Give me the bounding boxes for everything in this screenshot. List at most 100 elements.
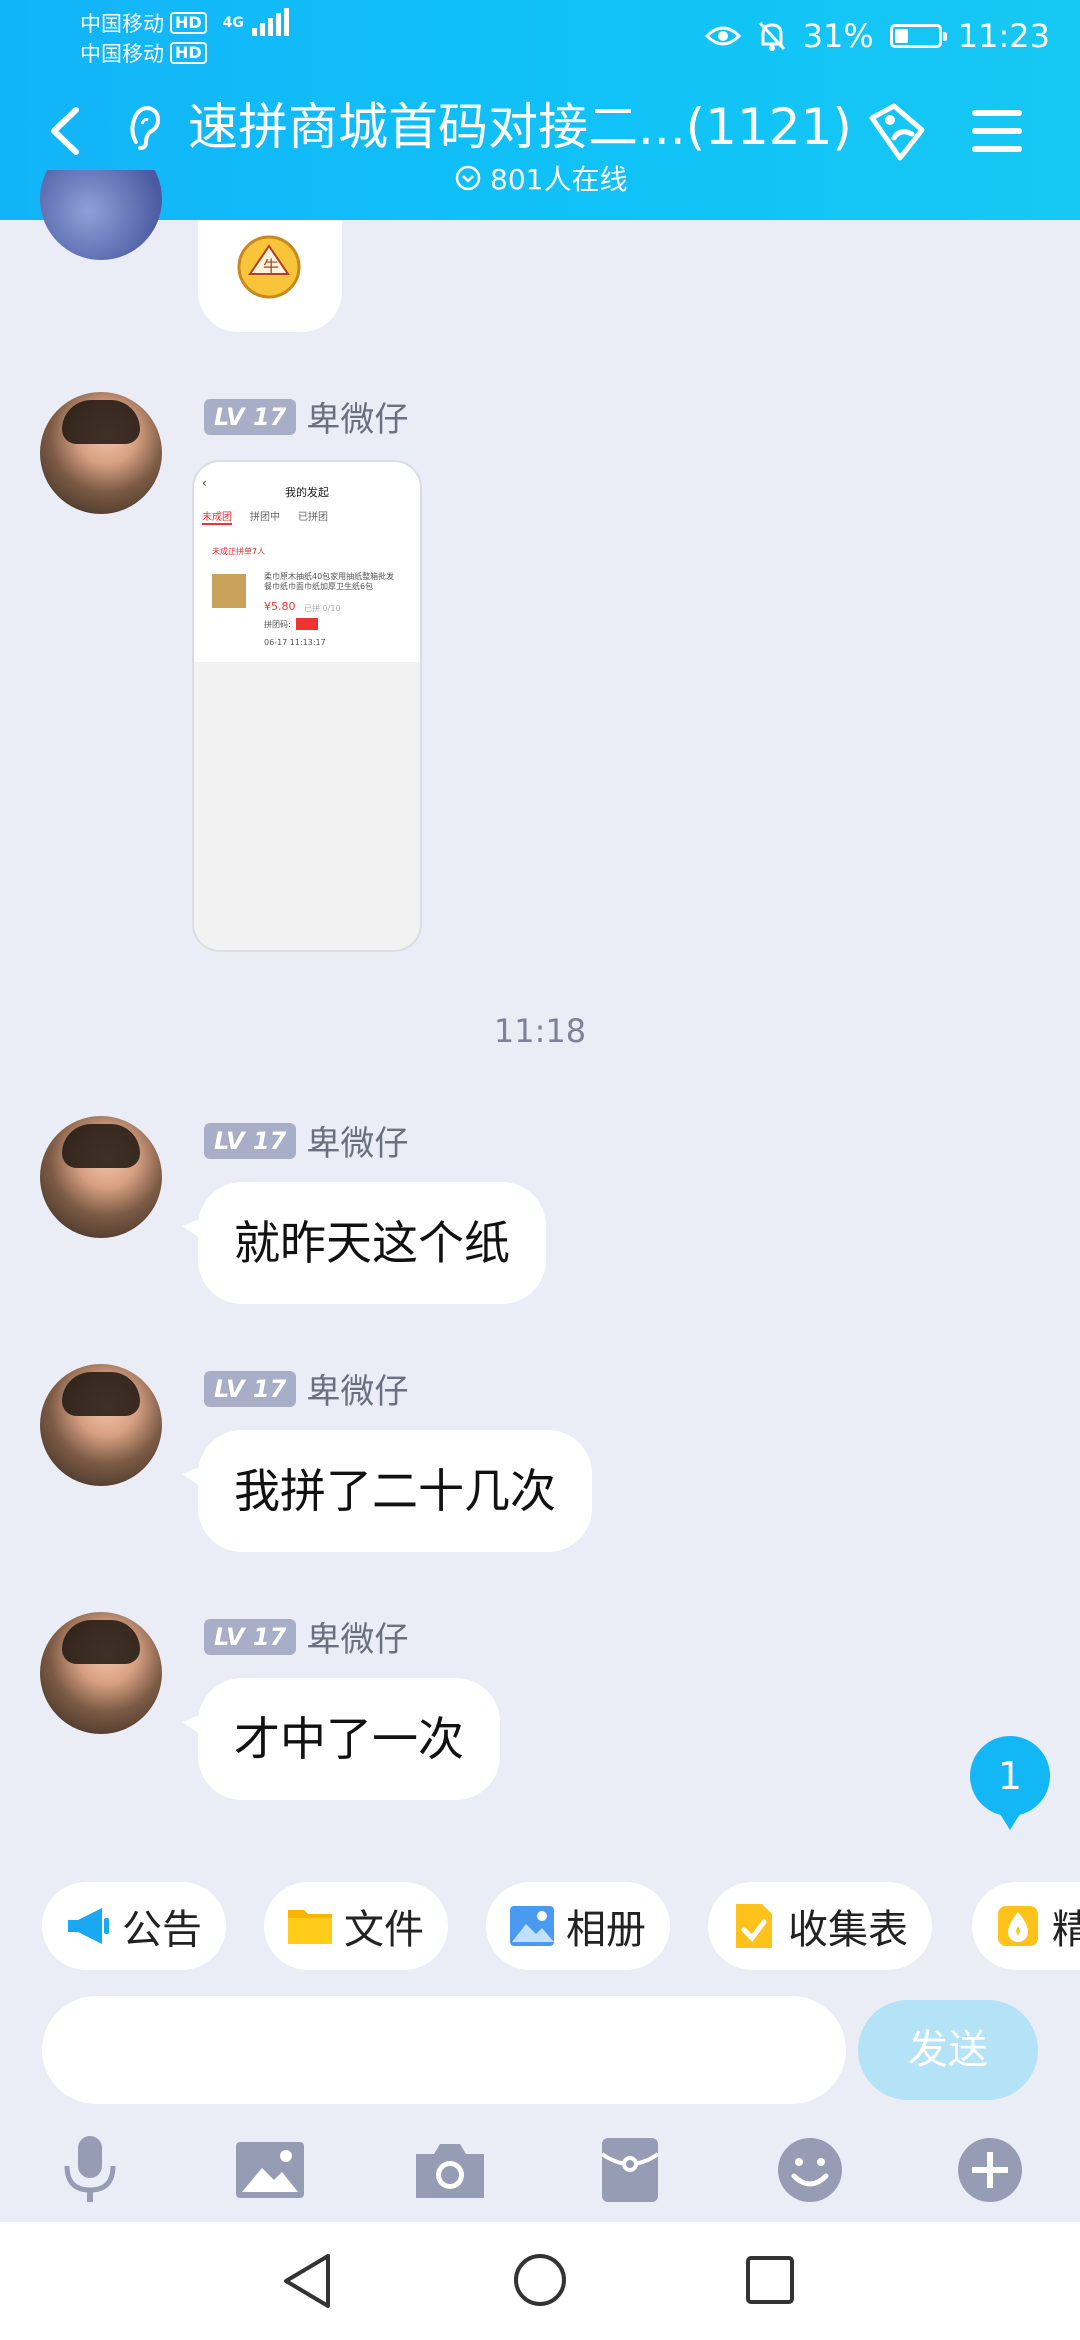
text-message[interactable]: 我拼了二十几次 (182, 1430, 592, 1552)
clock: 11:23 (957, 17, 1050, 55)
shot-date: 06-17 11:13:17 (264, 638, 326, 647)
microphone-icon (64, 2136, 116, 2202)
text-message[interactable]: 才中了一次 (182, 1678, 500, 1800)
fan-sticker-icon: 牛 (237, 235, 301, 299)
group-settings-icon[interactable] (860, 98, 934, 166)
network-type: 4G (222, 15, 244, 31)
sender-nickname[interactable]: 卑微仔 (306, 1116, 408, 1165)
shot-title: 我的发起 (285, 486, 329, 499)
avatar[interactable] (40, 392, 162, 514)
sender-nickname[interactable]: 卑微仔 (306, 1364, 408, 1413)
emoji-button[interactable] (770, 2130, 850, 2210)
red-packet-icon (600, 2138, 660, 2202)
avatar[interactable] (40, 1612, 162, 1734)
hd-badge-2: HD (170, 42, 207, 64)
megaphone-icon (68, 1908, 109, 1944)
quick-action-label: 精 (1052, 1907, 1080, 1953)
text-message[interactable]: 就昨天这个纸 (182, 1182, 546, 1304)
camera-icon (416, 2144, 484, 2198)
carrier-line-1: 中国移动 HD 4G (80, 8, 294, 38)
sender-line: LV 17 卑微仔 (204, 1612, 408, 1661)
title-row: 速拼商城首码对接二...(1121) (0, 92, 1080, 162)
signal-icon (251, 8, 289, 36)
red-packet-button[interactable] (590, 2130, 670, 2210)
shot-red-button (296, 618, 318, 630)
shot-tab: 未成团 (202, 508, 232, 525)
image-message[interactable]: ‹ 我的发起 未成团 拼团中 已拼团 未成正拼单7人 柔巾原木抽纸40包家用抽纸… (192, 460, 422, 952)
battery-percent: 31% (802, 17, 874, 55)
sticker-message[interactable]: 牛 (198, 220, 342, 332)
emoji-icon (778, 2138, 842, 2202)
sender-line: LV 17 卑微仔 (204, 392, 408, 441)
level-badge: LV 17 (204, 1618, 297, 1655)
shot-status-label: 拼团码: (264, 620, 291, 629)
chevron-down-circle-icon (455, 165, 481, 191)
shot-tab: 拼团中 (250, 512, 280, 523)
nav-home-icon[interactable] (512, 2252, 568, 2308)
level-badge: LV 17 (204, 1122, 297, 1159)
unread-badge[interactable]: 1 (970, 1736, 1050, 1830)
avatar[interactable] (40, 1116, 162, 1238)
ear-icon[interactable] (124, 102, 164, 152)
quick-action-album[interactable]: 相册 (486, 1882, 670, 1970)
sender-nickname[interactable]: 卑微仔 (306, 392, 408, 441)
status-icons: 31% 11:23 (704, 14, 1050, 58)
more-button[interactable] (950, 2130, 1030, 2210)
sender-line: LV 17 卑微仔 (204, 1116, 408, 1165)
album-icon (510, 1906, 554, 1946)
nav-recents-icon[interactable] (744, 2254, 796, 2306)
carrier-name-2: 中国移动 (80, 42, 164, 66)
image-button[interactable] (230, 2130, 310, 2210)
plus-icon (958, 2138, 1022, 2202)
level-badge: LV 17 (204, 1370, 297, 1407)
voice-button[interactable] (50, 2130, 130, 2210)
quick-action-essence[interactable]: 精 (972, 1882, 1080, 1970)
shot-progress: 已拼 0/10 (304, 604, 341, 613)
eye-icon (704, 26, 741, 46)
group-title[interactable]: 速拼商城首码对接二...(1121) (188, 92, 852, 162)
shot-product-thumb (212, 574, 246, 608)
folder-icon (288, 1910, 332, 1944)
essence-icon (998, 1906, 1038, 1946)
quick-action-label: 相册 (566, 1907, 646, 1953)
sender-line: LV 17 卑微仔 (204, 1364, 408, 1413)
carrier-name: 中国移动 (80, 12, 164, 36)
shot-price: ¥5.80 (264, 600, 296, 613)
shot-product-line: 柔巾原木抽纸40包家用抽纸整箱批发 (264, 572, 395, 581)
shot-tab: 已拼团 (298, 512, 328, 523)
quick-action-announcement[interactable]: 公告 (42, 1882, 226, 1970)
svg-text:牛: 牛 (263, 257, 279, 276)
shot-product-line: 餐巾纸巾面巾纸加厚卫生纸6包 (264, 582, 374, 591)
quick-action-files[interactable]: 文件 (264, 1882, 448, 1970)
chat-header: 中国移动 HD 4G 中国移动 HD 31% 11:23 速拼商城首码对接二..… (0, 0, 1080, 220)
camera-button[interactable] (410, 2130, 490, 2210)
avatar-previous[interactable] (40, 170, 162, 260)
shot-tabs: 未成团 拼团中 已拼团 (202, 508, 328, 525)
shared-screenshot: ‹ 我的发起 未成团 拼团中 已拼团 未成正拼单7人 柔巾原木抽纸40包家用抽纸… (194, 462, 420, 662)
shot-notice: 未成正拼单7人 (212, 547, 266, 556)
carrier-line-2: 中国移动 HD (80, 38, 207, 68)
hd-badge: HD (170, 12, 207, 34)
quick-action-label: 收集表 (788, 1907, 908, 1953)
back-icon[interactable] (46, 106, 86, 156)
battery-fill (894, 29, 908, 43)
image-icon (236, 2142, 304, 2198)
send-button[interactable]: 发送 (858, 2000, 1038, 2100)
quick-action-label: 文件 (344, 1907, 424, 1953)
online-count-label: 801人在线 (490, 163, 628, 196)
avatar[interactable] (40, 1364, 162, 1486)
battery-icon (889, 24, 947, 48)
shot-product-name: 柔巾原木抽纸40包家用抽纸整箱批发 餐巾纸巾面巾纸加厚卫生纸6包 (264, 572, 404, 592)
level-badge: LV 17 (204, 398, 297, 435)
menu-icon[interactable] (970, 108, 1024, 154)
online-count[interactable]: 801人在线 (454, 158, 627, 198)
quick-action-label: 公告 (122, 1907, 202, 1953)
system-nav-bar (0, 2222, 1080, 2340)
sender-nickname[interactable]: 卑微仔 (306, 1612, 408, 1661)
mute-bell-icon (758, 21, 785, 51)
nav-back-icon[interactable] (280, 2252, 334, 2310)
form-icon (736, 1904, 772, 1948)
quick-action-form[interactable]: 收集表 (708, 1882, 932, 1970)
message-input[interactable] (42, 1996, 846, 2104)
message-timestamp: 11:18 (493, 1012, 587, 1050)
